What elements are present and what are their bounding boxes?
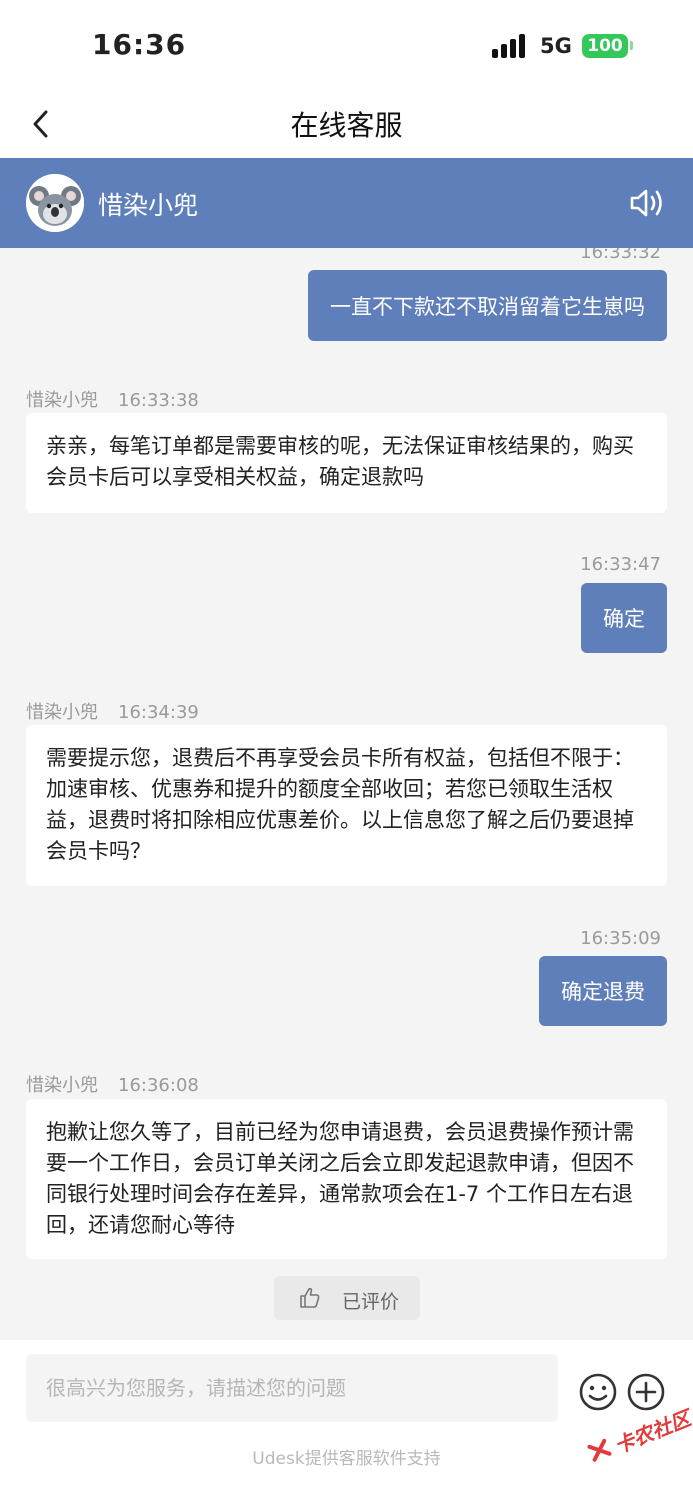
message-text: 亲亲，每笔订单都是需要审核的呢，无法保证审核结果的，购买会员卡后可以享受相关权益…	[46, 434, 634, 489]
message-text: 确定退费	[561, 980, 645, 1004]
message-time: 16:33:47	[580, 554, 661, 575]
user-message-bubble: 确定退费	[539, 956, 667, 1026]
battery-indicator: 100	[582, 34, 628, 58]
message-text: 一直不下款还不取消留着它生崽吗	[330, 294, 645, 319]
message-time: 16:36:08	[118, 1075, 199, 1096]
message-time: 16:35:09	[580, 928, 661, 949]
message-time: 16:34:39	[118, 702, 199, 723]
cellular-signal-icon	[492, 34, 532, 58]
agent-message-bubble: 需要提示您，退费后不再享受会员卡所有权益，包括但不限于：加速审核、优惠券和提升的…	[26, 725, 667, 886]
agent-message-meta: 惜染小兜 16:36:08	[26, 1071, 199, 1097]
message-sender: 惜染小兜	[26, 1075, 98, 1096]
agent-name: 惜染小兜	[98, 191, 199, 220]
agent-message-bubble: 抱歉让您久等了，目前已经为您申请退费，会员退费操作预计需要一个工作日，会员订单关…	[26, 1099, 667, 1259]
user-message-bubble: 一直不下款还不取消留着它生崽吗	[308, 270, 667, 341]
rated-button[interactable]: 已评价	[274, 1276, 420, 1320]
watermark-text: 卡农社区	[610, 1405, 693, 1459]
status-time: 16:36	[92, 28, 187, 61]
battery-tip	[630, 41, 633, 50]
message-time: 16:33:32	[580, 248, 661, 263]
speaker-icon[interactable]	[628, 186, 668, 220]
message-sender: 惜染小兜	[26, 390, 98, 411]
message-text: 确定	[603, 607, 645, 631]
message-input[interactable]	[26, 1354, 558, 1422]
agent-message-meta: 惜染小兜 16:34:39	[26, 698, 199, 724]
koala-avatar-icon	[26, 174, 84, 232]
emoji-icon[interactable]	[578, 1372, 618, 1412]
nav-bar: 在线客服	[0, 92, 693, 158]
network-type: 5G	[540, 34, 572, 58]
message-text: 需要提示您，退费后不再享受会员卡所有权益，包括但不限于：加速审核、优惠券和提升的…	[46, 746, 634, 863]
thumbs-up-icon	[300, 1287, 320, 1308]
agent-message-bubble: 亲亲，每笔订单都是需要审核的呢，无法保证审核结果的，购买会员卡后可以享受相关权益…	[26, 413, 667, 513]
user-message-bubble: 确定	[581, 583, 667, 653]
agent-message-meta: 惜染小兜 16:33:38	[26, 386, 199, 412]
page-title: 在线客服	[290, 109, 403, 142]
message-time: 16:33:38	[118, 390, 199, 411]
agent-header: 惜染小兜	[0, 158, 693, 248]
message-text: 抱歉让您久等了，目前已经为您申请退费，会员退费操作预计需要一个工作日，会员订单关…	[46, 1120, 634, 1237]
message-sender: 惜染小兜	[26, 702, 98, 723]
status-bar: 16:36 5G 100	[0, 0, 693, 92]
rated-label: 已评价	[342, 1291, 400, 1313]
chat-area[interactable]: 16:33:32 一直不下款还不取消留着它生崽吗 惜染小兜 16:33:38 亲亲…	[0, 248, 693, 1340]
